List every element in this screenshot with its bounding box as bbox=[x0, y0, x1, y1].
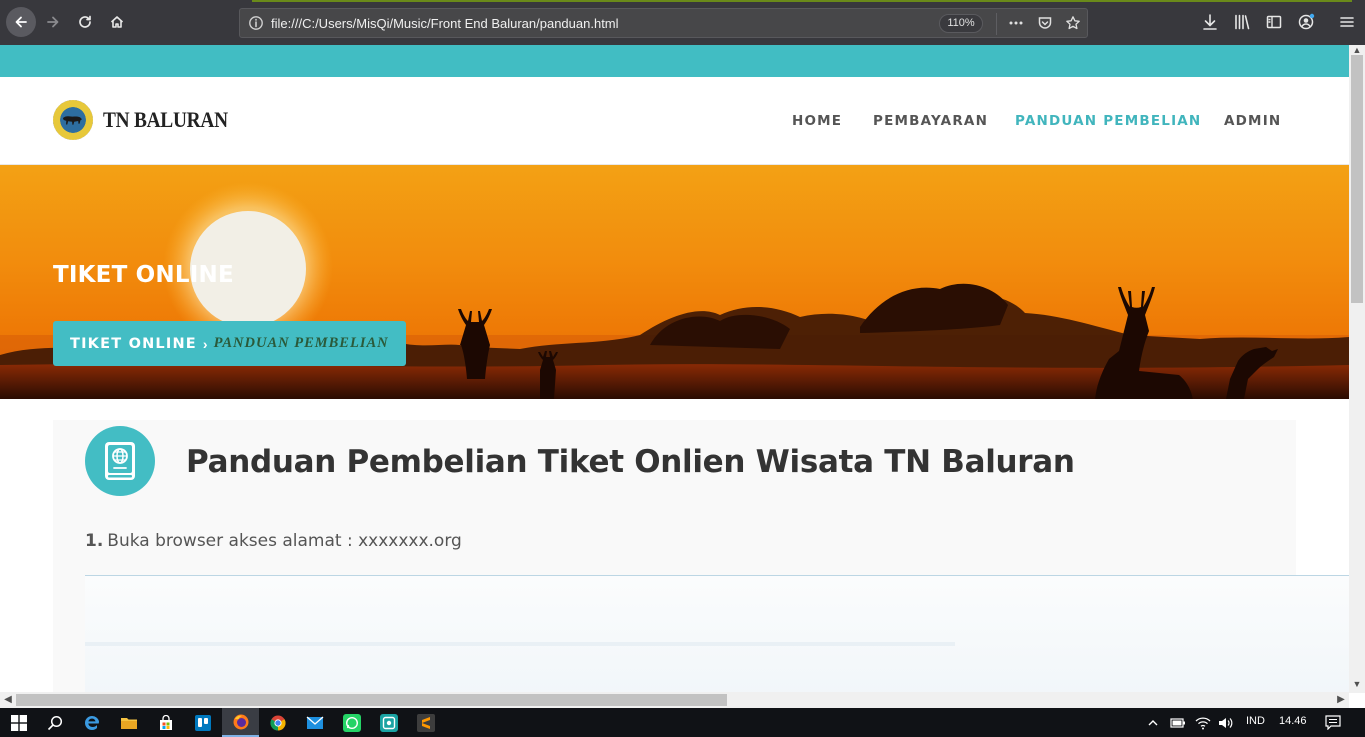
whatsapp-icon[interactable] bbox=[341, 712, 363, 734]
nav-admin[interactable]: ADMIN bbox=[1224, 113, 1281, 129]
scroll-right-icon[interactable]: ▶ bbox=[1335, 694, 1347, 706]
forward-button[interactable] bbox=[40, 9, 66, 35]
reload-icon bbox=[79, 15, 91, 28]
web-page: TN BALURAN HOME PEMBAYARAN PANDUAN PEMBE… bbox=[0, 45, 1349, 692]
search-icon[interactable] bbox=[44, 712, 66, 734]
info-icon[interactable] bbox=[248, 15, 264, 31]
scroll-down-icon[interactable]: ▼ bbox=[1352, 679, 1362, 689]
breadcrumb-current: PANDUAN PEMBELIAN bbox=[213, 335, 389, 351]
chevron-right-icon: › bbox=[202, 335, 208, 352]
notification-center-icon[interactable] bbox=[1325, 715, 1341, 730]
download-icon[interactable] bbox=[1201, 13, 1219, 31]
sidebar-icon[interactable] bbox=[1265, 13, 1283, 31]
chrome-icon[interactable] bbox=[267, 712, 289, 734]
hero-title: TIKET ONLINE bbox=[53, 262, 234, 288]
horizontal-scroll-thumb[interactable] bbox=[16, 694, 727, 706]
url-text[interactable]: file:///C:/Users/MisQi/Music/Front End B… bbox=[271, 16, 619, 31]
mail-icon[interactable] bbox=[304, 712, 326, 734]
horizontal-scrollbar[interactable]: ◀ ▶ bbox=[0, 692, 1349, 708]
zoom-level-badge[interactable]: 110% bbox=[939, 14, 983, 33]
pocket-icon[interactable] bbox=[1037, 15, 1053, 31]
nav-home[interactable]: HOME bbox=[792, 113, 842, 129]
forward-icon bbox=[47, 16, 59, 28]
more-icon[interactable] bbox=[1008, 15, 1024, 31]
firefox-icon[interactable] bbox=[222, 708, 259, 737]
bookmark-star-icon[interactable] bbox=[1065, 15, 1081, 31]
step-number: 1. bbox=[85, 531, 104, 551]
wifi-icon[interactable] bbox=[1195, 716, 1211, 730]
book-globe-icon bbox=[105, 442, 135, 480]
site-header: TN BALURAN HOME PEMBAYARAN PANDUAN PEMBE… bbox=[0, 77, 1349, 165]
app-icon[interactable] bbox=[378, 712, 400, 734]
breadcrumb: TIKET ONLINE › PANDUAN PEMBELIAN bbox=[53, 321, 406, 366]
file-explorer-icon[interactable] bbox=[118, 712, 140, 734]
account-icon[interactable] bbox=[1297, 13, 1315, 31]
bull-emblem-icon bbox=[63, 116, 82, 125]
step-text: Buka browser akses alamat : xxxxxxx.org bbox=[107, 531, 462, 551]
hero-banner: TIKET ONLINE TIKET ONLINE › PANDUAN PEMB… bbox=[0, 165, 1349, 399]
reload-button[interactable] bbox=[72, 9, 98, 35]
home-button[interactable] bbox=[104, 9, 130, 35]
edge-icon[interactable] bbox=[81, 712, 103, 734]
guide-book-icon bbox=[85, 426, 155, 496]
windows-start-icon[interactable] bbox=[8, 712, 30, 734]
scroll-left-icon[interactable]: ◀ bbox=[2, 694, 14, 706]
breadcrumb-root[interactable]: TIKET ONLINE bbox=[70, 336, 197, 352]
step-item: 1. Buka browser akses alamat : xxxxxxx.or… bbox=[85, 531, 462, 551]
chevron-up-icon[interactable] bbox=[1147, 717, 1159, 729]
page-title: Panduan Pembelian Tiket Onlien Wisata TN… bbox=[186, 444, 1075, 480]
home-icon bbox=[110, 16, 124, 28]
browser-toolbar: file:///C:/Users/MisQi/Music/Front End B… bbox=[0, 0, 1365, 45]
screenshot-band bbox=[85, 642, 955, 646]
nav-panduan-pembelian[interactable]: PANDUAN PEMBELIAN bbox=[1015, 113, 1201, 129]
guide-card: Panduan Pembelian Tiket Onlien Wisata TN… bbox=[53, 420, 1349, 692]
step-screenshot bbox=[85, 575, 1349, 692]
input-language[interactable]: IND bbox=[1246, 715, 1265, 727]
site-title[interactable]: TN BALURAN bbox=[103, 107, 228, 133]
library-icon[interactable] bbox=[1233, 13, 1251, 31]
windows-taskbar: IND 14.46 bbox=[0, 708, 1365, 737]
vertical-scroll-thumb[interactable] bbox=[1351, 55, 1363, 303]
back-icon bbox=[15, 16, 27, 28]
sublime-text-icon[interactable] bbox=[415, 712, 437, 734]
battery-icon[interactable] bbox=[1170, 717, 1186, 729]
vertical-scrollbar[interactable]: ▲ ▼ bbox=[1349, 45, 1365, 693]
tab-accent-line bbox=[252, 0, 1352, 2]
back-button[interactable] bbox=[6, 7, 36, 37]
trello-icon[interactable] bbox=[192, 712, 214, 734]
site-logo[interactable] bbox=[53, 100, 93, 140]
nav-pembayaran[interactable]: PEMBAYARAN bbox=[873, 113, 988, 129]
url-separator bbox=[996, 13, 997, 35]
top-accent-strip bbox=[0, 45, 1349, 77]
address-bar[interactable]: file:///C:/Users/MisQi/Music/Front End B… bbox=[239, 8, 1088, 38]
scroll-up-icon[interactable]: ▲ bbox=[1352, 45, 1362, 55]
volume-icon[interactable] bbox=[1218, 716, 1234, 730]
store-icon[interactable] bbox=[155, 712, 177, 734]
clock-time[interactable]: 14.46 bbox=[1279, 715, 1307, 727]
menu-icon[interactable] bbox=[1338, 13, 1356, 31]
